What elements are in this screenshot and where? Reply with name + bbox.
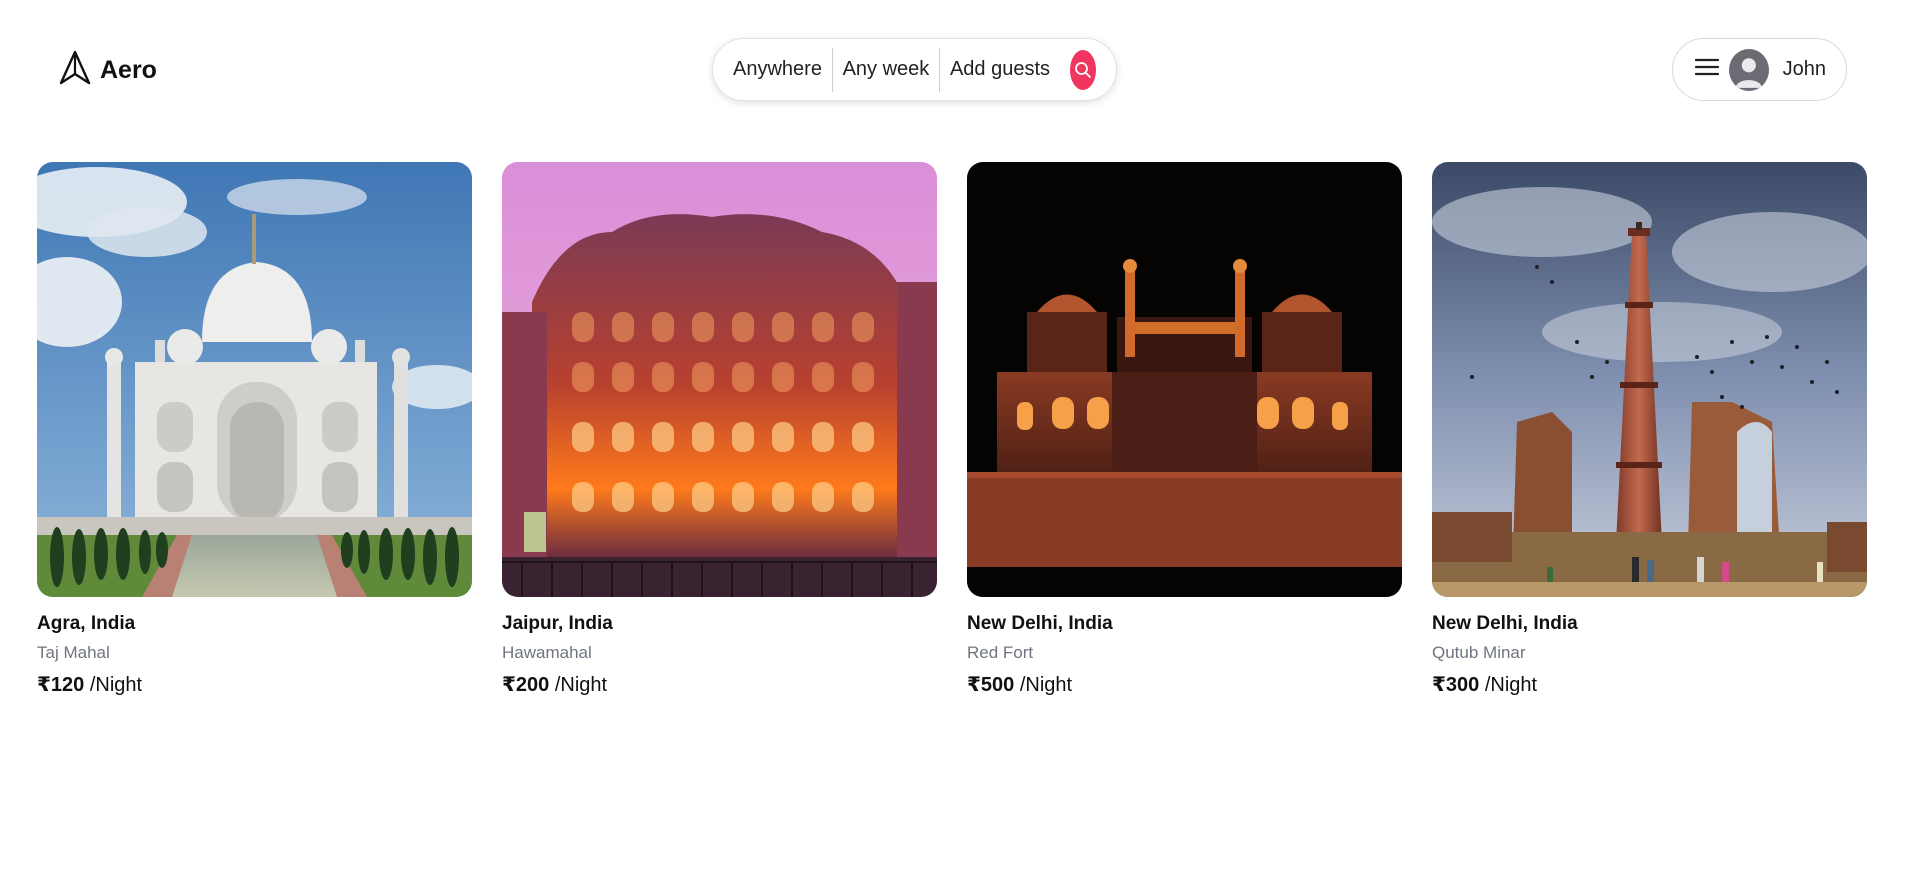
user-menu-button[interactable]: John bbox=[1672, 38, 1847, 101]
listing-price-unit: /Night bbox=[1484, 674, 1538, 696]
listing-price: ₹200 bbox=[502, 674, 550, 696]
search-icon bbox=[1075, 61, 1091, 78]
listing-city: New Delhi, India bbox=[1432, 613, 1578, 634]
search-when[interactable]: Any week bbox=[833, 58, 940, 81]
listing-card[interactable]: Jaipur, India Hawamahal ₹200 /Night bbox=[502, 162, 937, 697]
listing-price-unit: /Night bbox=[89, 674, 143, 696]
listing-price-row: ₹300 /Night bbox=[1432, 672, 1867, 697]
listing-city: New Delhi, India bbox=[967, 613, 1113, 634]
search-guests[interactable]: Add guests bbox=[940, 58, 1060, 81]
listing-place: Qutub Minar bbox=[1432, 643, 1526, 662]
listing-grid: Agra, India Taj Mahal ₹120 /Night Jaipur… bbox=[37, 162, 1867, 697]
listing-card[interactable]: New Delhi, India Qutub Minar ₹300 /Night bbox=[1432, 162, 1867, 697]
listing-card[interactable]: Agra, India Taj Mahal ₹120 /Night bbox=[37, 162, 472, 697]
listing-price-row: ₹200 /Night bbox=[502, 672, 937, 697]
listing-photo[interactable] bbox=[502, 162, 937, 597]
listing-price-row: ₹500 /Night bbox=[967, 672, 1402, 697]
listing-price: ₹300 bbox=[1432, 674, 1480, 696]
search-bar[interactable]: Anywhere Any week Add guests bbox=[712, 38, 1117, 101]
listing-card[interactable]: New Delhi, India Red Fort ₹500 /Night bbox=[967, 162, 1402, 697]
listing-place: Red Fort bbox=[967, 643, 1034, 662]
listing-price: ₹120 bbox=[37, 674, 85, 696]
search-where[interactable]: Anywhere bbox=[733, 58, 832, 81]
listing-photo[interactable] bbox=[1432, 162, 1867, 597]
listing-place: Hawamahal bbox=[502, 643, 592, 662]
brand-name: Aero bbox=[100, 56, 157, 84]
listing-photo[interactable] bbox=[967, 162, 1402, 597]
top-header: Aero Anywhere Any week Add guests John bbox=[0, 0, 1907, 140]
listing-price-row: ₹120 /Night bbox=[37, 672, 472, 697]
listing-price-unit: /Night bbox=[554, 674, 608, 696]
listing-price: ₹500 bbox=[967, 674, 1015, 696]
listing-price-unit: /Night bbox=[1019, 674, 1073, 696]
paper-plane-icon bbox=[58, 50, 92, 91]
search-button[interactable] bbox=[1070, 49, 1097, 90]
listing-city: Agra, India bbox=[37, 613, 136, 634]
hamburger-menu-icon bbox=[1694, 57, 1720, 82]
user-name: John bbox=[1782, 58, 1826, 80]
listing-place: Taj Mahal bbox=[37, 643, 110, 662]
brand-logo[interactable]: Aero bbox=[58, 50, 157, 91]
user-avatar-icon bbox=[1729, 48, 1769, 91]
listing-city: Jaipur, India bbox=[502, 613, 613, 634]
listing-photo[interactable] bbox=[37, 162, 472, 597]
